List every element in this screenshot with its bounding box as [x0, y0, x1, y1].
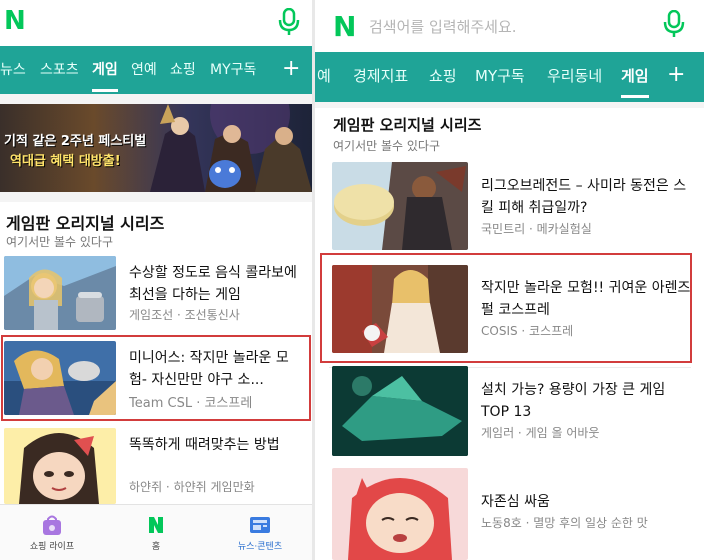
article-title[interactable]: 설치 가능? 용량이 가장 큰 게임 TOP 13	[481, 379, 693, 423]
nav-tab-game[interactable]: 게임	[621, 52, 649, 100]
section-gap	[315, 102, 704, 108]
left-phone-screen: N 뉴스 스포츠 게임 연예 쇼핑 MY구독 + 기적 같은 2주년 페스티벌 …	[0, 0, 312, 560]
article-source: Team CSL · 코스프레	[129, 396, 253, 411]
article-thumbnail[interactable]	[332, 265, 468, 353]
nav-tab-neighborhood[interactable]: 우리동네	[547, 52, 602, 100]
naver-logo[interactable]: N	[333, 10, 356, 43]
section-title: 게임판 오리지널 시리즈	[6, 214, 165, 233]
banner-subline: 역대급 혜택 대방출!	[10, 154, 121, 169]
section-gap	[0, 192, 312, 202]
article-source: 게임러 · 게임 올 어바웃	[481, 426, 600, 440]
naver-home-icon	[144, 513, 168, 537]
bottom-tab-bar: 쇼핑 라이프 홈 뉴스·콘텐츠	[0, 504, 312, 560]
nav-tab-entertainment[interactable]: 연예	[131, 46, 157, 94]
tab-label: 뉴스·콘텐츠	[237, 542, 283, 552]
nav-tab-shopping[interactable]: 쇼핑	[170, 46, 196, 94]
nav-add-button[interactable]: +	[282, 46, 300, 94]
article-title[interactable]: 리그오브레전드 – 사미라 동전은 스킬 피해 취급일까?	[481, 175, 693, 219]
naver-logo[interactable]: N	[4, 6, 26, 36]
nav-tab-my-subscription[interactable]: MY구독	[475, 52, 525, 100]
article-title[interactable]: 자존심 싸움	[481, 491, 693, 513]
article-thumbnail[interactable]	[4, 341, 116, 415]
article-source: 국민트리 · 메카실험실	[481, 222, 592, 236]
article-thumbnail[interactable]	[4, 428, 116, 504]
nav-tab-entertainment-partial[interactable]: 예	[317, 52, 331, 100]
nav-tab-sports[interactable]: 스포츠	[40, 46, 79, 94]
article-thumbnail[interactable]	[332, 162, 468, 250]
article-title[interactable]: 미니어스: 작지만 놀라운 모험- 자신만만 야구 소...	[129, 347, 305, 391]
article-thumbnail[interactable]	[332, 366, 468, 456]
article-source: 게임조선 · 조선통신사	[129, 308, 240, 322]
article-source: 하얀쥐 · 하얀쥐 게임만화	[129, 480, 255, 494]
article-title[interactable]: 수상할 정도로 음식 콜라보에 최선을 다하는 게임	[129, 262, 305, 306]
tab-shopping-life[interactable]: 쇼핑 라이프	[0, 505, 104, 560]
nav-tab-shopping[interactable]: 쇼핑	[429, 52, 457, 100]
section-title: 게임판 오리지널 시리즈	[333, 116, 482, 134]
category-nav: 뉴스 스포츠 게임 연예 쇼핑 MY구독 +	[0, 46, 312, 94]
nav-tab-news[interactable]: 뉴스	[0, 46, 26, 94]
shopping-bag-icon	[40, 513, 64, 537]
section-subtitle: 여기서만 볼수 있다구	[6, 235, 113, 249]
banner-headline: 기적 같은 2주년 페스티벌	[4, 134, 147, 149]
article-thumbnail[interactable]	[4, 256, 116, 330]
article-source: 노동8호 · 멸망 후의 일상 순한 맛	[481, 516, 648, 530]
article-source: COSIS · 코스프레	[481, 324, 574, 338]
article-title[interactable]: 작지만 놀라운 모험!! 귀여운 아렌즈 펄 코스프레	[481, 277, 693, 321]
nav-add-button[interactable]: +	[667, 52, 685, 100]
nav-tab-economy[interactable]: 경제지표	[353, 52, 408, 100]
nav-tab-my-subscription[interactable]: MY구독	[210, 46, 256, 94]
search-input[interactable]: 검색어를 입력해주세요.	[369, 16, 517, 37]
tab-news-content[interactable]: 뉴스·콘텐츠	[208, 505, 312, 560]
right-phone-screen: N 검색어를 입력해주세요. 예 경제지표 쇼핑 MY구독 우리동네 게임 + …	[315, 0, 704, 560]
nav-tab-game[interactable]: 게임	[92, 46, 118, 94]
article-title[interactable]: 똑똑하게 때려맞추는 방법	[129, 434, 305, 456]
tab-home[interactable]: 홈	[104, 505, 208, 560]
category-nav: 예 경제지표 쇼핑 MY구독 우리동네 게임 +	[315, 52, 704, 102]
microphone-icon[interactable]	[278, 7, 300, 36]
microphone-icon[interactable]	[663, 9, 685, 38]
news-icon	[248, 513, 272, 537]
section-gap	[0, 94, 312, 104]
tab-label: 쇼핑 라이프	[29, 542, 75, 552]
promo-banner[interactable]: 기적 같은 2주년 페스티벌 역대급 혜택 대방출!	[0, 104, 312, 192]
tab-label: 홈	[151, 542, 161, 552]
section-subtitle: 여기서만 볼수 있다구	[333, 139, 440, 153]
article-thumbnail[interactable]	[332, 468, 468, 560]
